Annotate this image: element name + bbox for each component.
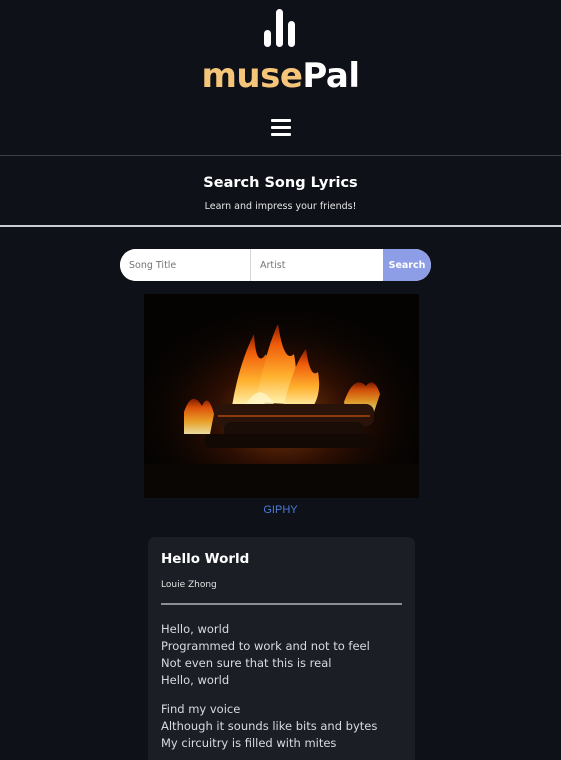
lyrics-stanza: Find my voice Although it sounds like bi… (161, 701, 402, 752)
lyric-line: Programmed to work and not to feel (161, 639, 370, 653)
lyric-line: Hello, world (161, 673, 230, 687)
song-artist: Louie Zhong (161, 580, 217, 590)
fireplace-gif (144, 294, 419, 498)
song-title: Hello World (161, 551, 250, 567)
lyrics-stanza: Hello, world Programmed to work and not … (161, 621, 402, 689)
lyric-line: Not even sure that this is real (161, 656, 332, 670)
brand-name-part1: muse (201, 56, 303, 96)
brand-name-part2: Pal (302, 56, 360, 96)
lyric-line: Hello, world (161, 622, 230, 636)
equalizer-bars-icon (264, 9, 298, 47)
lyrics-body: Hello, world Programmed to work and not … (161, 621, 402, 752)
page-subtitle: Learn and impress your friends! (204, 201, 357, 212)
lyric-line: My circuitry is filled with mites (161, 736, 337, 750)
lyric-line: Although it sounds like bits and bytes (161, 719, 378, 733)
lyric-line: Find my voice (161, 702, 241, 716)
search-button[interactable]: Search (383, 249, 431, 281)
lyrics-card: Hello World Louie Zhong Hello, world Pro… (148, 537, 415, 760)
hamburger-menu-icon[interactable] (271, 119, 291, 137)
divider (161, 603, 402, 605)
page-title: Search Song Lyrics (203, 175, 358, 191)
song-title-input[interactable] (120, 249, 251, 281)
site-header: musePal (0, 0, 561, 156)
lyrics-search-form: Search (120, 249, 431, 281)
hero-section: Search Song Lyrics Learn and impress you… (0, 156, 561, 227)
artist-input[interactable] (251, 249, 383, 281)
giphy-credit-link[interactable]: GIPHY (0, 504, 561, 516)
brand-logo[interactable]: musePal (0, 56, 561, 96)
